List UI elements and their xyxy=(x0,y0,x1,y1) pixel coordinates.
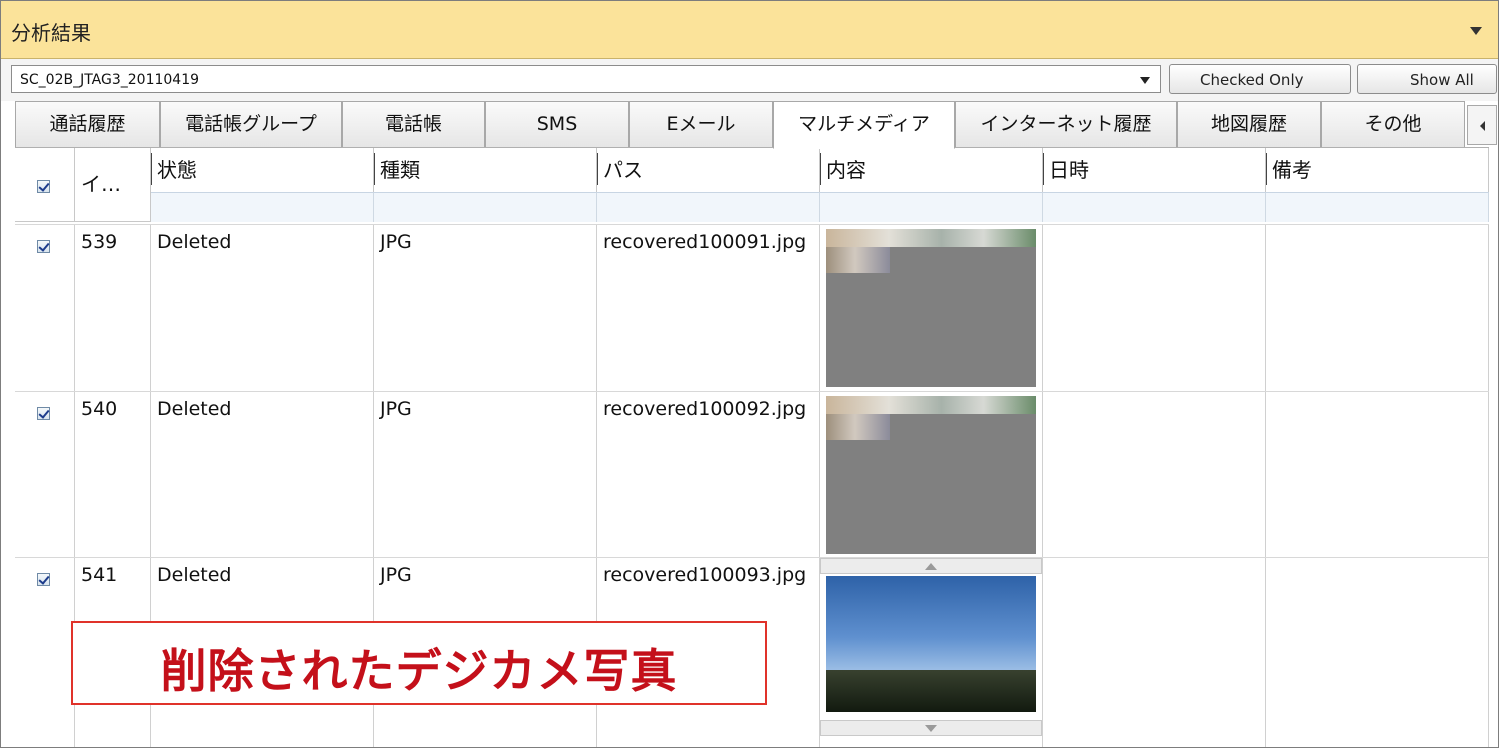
cell-index: 540 xyxy=(75,392,151,557)
cell-content xyxy=(820,558,1043,747)
tab-other[interactable]: その他 xyxy=(1321,101,1465,147)
checked-only-label: Checked Only xyxy=(1200,71,1304,89)
cell-notes xyxy=(1266,558,1489,747)
tab-phonebook[interactable]: 電話帳 xyxy=(342,101,485,147)
cell-notes xyxy=(1266,392,1489,557)
dropdown-arrow-icon[interactable] xyxy=(1470,27,1482,35)
cell-datetime xyxy=(1043,558,1266,747)
annotation-callout: 削除されたデジカメ写真 xyxy=(71,621,767,705)
tab-call-history[interactable]: 通話履歴 xyxy=(15,101,160,147)
tab-multimedia[interactable]: マルチメディア xyxy=(773,101,955,149)
row-checkbox[interactable] xyxy=(37,240,50,253)
cell-status: Deleted xyxy=(151,392,374,557)
column-label-content: 内容 xyxy=(826,158,866,182)
show-all-button[interactable]: Show All xyxy=(1357,64,1497,94)
arrow-up-icon xyxy=(925,563,937,570)
row-check-cell xyxy=(15,225,75,391)
filter-type[interactable] xyxy=(374,192,597,222)
cell-content xyxy=(820,392,1043,557)
show-all-label: Show All xyxy=(1410,71,1474,89)
checked-only-button[interactable]: Checked Only xyxy=(1169,64,1351,94)
column-header-notes[interactable]: 備考 xyxy=(1266,148,1489,192)
analysis-panel: 分析結果 SC_02B_JTAG3_20110419 Checked Only … xyxy=(0,0,1499,748)
cell-datetime xyxy=(1043,225,1266,391)
tab-map-history[interactable]: 地図履歴 xyxy=(1177,101,1321,147)
thumbnail-image[interactable] xyxy=(826,229,1036,387)
header-select-all xyxy=(15,148,75,222)
arrow-down-icon xyxy=(925,725,937,732)
filter-notes[interactable] xyxy=(1266,192,1489,222)
tab-scroll-left-button[interactable] xyxy=(1467,105,1497,145)
cell-type: JPG xyxy=(374,392,597,557)
cell-index: 539 xyxy=(75,225,151,391)
column-label-type: 種類 xyxy=(380,158,420,182)
column-label-notes: 備考 xyxy=(1272,158,1312,182)
panel-title-bar: 分析結果 xyxy=(1,1,1498,59)
column-header-type[interactable]: 種類 xyxy=(374,148,597,192)
tab-sms[interactable]: SMS xyxy=(485,101,629,147)
thumbnail-scroll-down-button[interactable] xyxy=(820,720,1042,736)
column-label-path: パス xyxy=(603,158,643,182)
filter-content[interactable] xyxy=(820,192,1043,222)
cell-path: recovered100091.jpg xyxy=(597,225,820,391)
annotation-text: 削除されたデジカメ写真 xyxy=(160,644,678,698)
cell-content xyxy=(820,225,1043,391)
column-label-datetime: 日時 xyxy=(1049,158,1089,182)
chevron-left-icon xyxy=(1480,121,1485,131)
chevron-down-icon[interactable] xyxy=(1140,77,1150,84)
row-check-cell xyxy=(15,392,75,557)
tab-internet-history[interactable]: インターネット履歴 xyxy=(955,101,1177,147)
source-select-value: SC_02B_JTAG3_20110419 xyxy=(20,72,200,88)
cell-notes xyxy=(1266,225,1489,391)
column-header-content[interactable]: 内容 xyxy=(820,148,1043,192)
category-tabs: 通話履歴 電話帳グループ 電話帳 SMS Eメール マルチメディア インターネッ… xyxy=(15,101,1498,149)
row-checkbox[interactable] xyxy=(37,573,50,586)
table-row[interactable]: 539 Deleted JPG recovered100091.jpg xyxy=(15,224,1489,391)
row-check-cell xyxy=(15,558,75,747)
tab-phonebook-group[interactable]: 電話帳グループ xyxy=(160,101,342,147)
thumbnail-image[interactable] xyxy=(826,576,1036,712)
panel-title: 分析結果 xyxy=(11,21,91,45)
column-label-status: 状態 xyxy=(157,158,197,182)
source-select[interactable]: SC_02B_JTAG3_20110419 xyxy=(11,65,1161,93)
cell-status: Deleted xyxy=(151,225,374,391)
thumbnail-image[interactable] xyxy=(826,396,1036,554)
table-row[interactable]: 540 Deleted JPG recovered100092.jpg xyxy=(15,391,1489,557)
column-header-datetime[interactable]: 日時 xyxy=(1043,148,1266,192)
row-checkbox[interactable] xyxy=(37,407,50,420)
select-all-checkbox[interactable] xyxy=(37,180,50,193)
filter-status[interactable] xyxy=(151,192,374,222)
filter-path[interactable] xyxy=(597,192,820,222)
column-header-index[interactable]: イ… xyxy=(75,148,151,222)
filter-datetime[interactable] xyxy=(1043,192,1266,222)
cell-type: JPG xyxy=(374,225,597,391)
tab-email[interactable]: Eメール xyxy=(629,101,773,147)
column-header-path[interactable]: パス xyxy=(597,148,820,192)
column-header-status[interactable]: 状態 xyxy=(151,148,374,192)
cell-datetime xyxy=(1043,392,1266,557)
thumbnail-scroll-up-button[interactable] xyxy=(820,558,1042,574)
cell-path: recovered100092.jpg xyxy=(597,392,820,557)
